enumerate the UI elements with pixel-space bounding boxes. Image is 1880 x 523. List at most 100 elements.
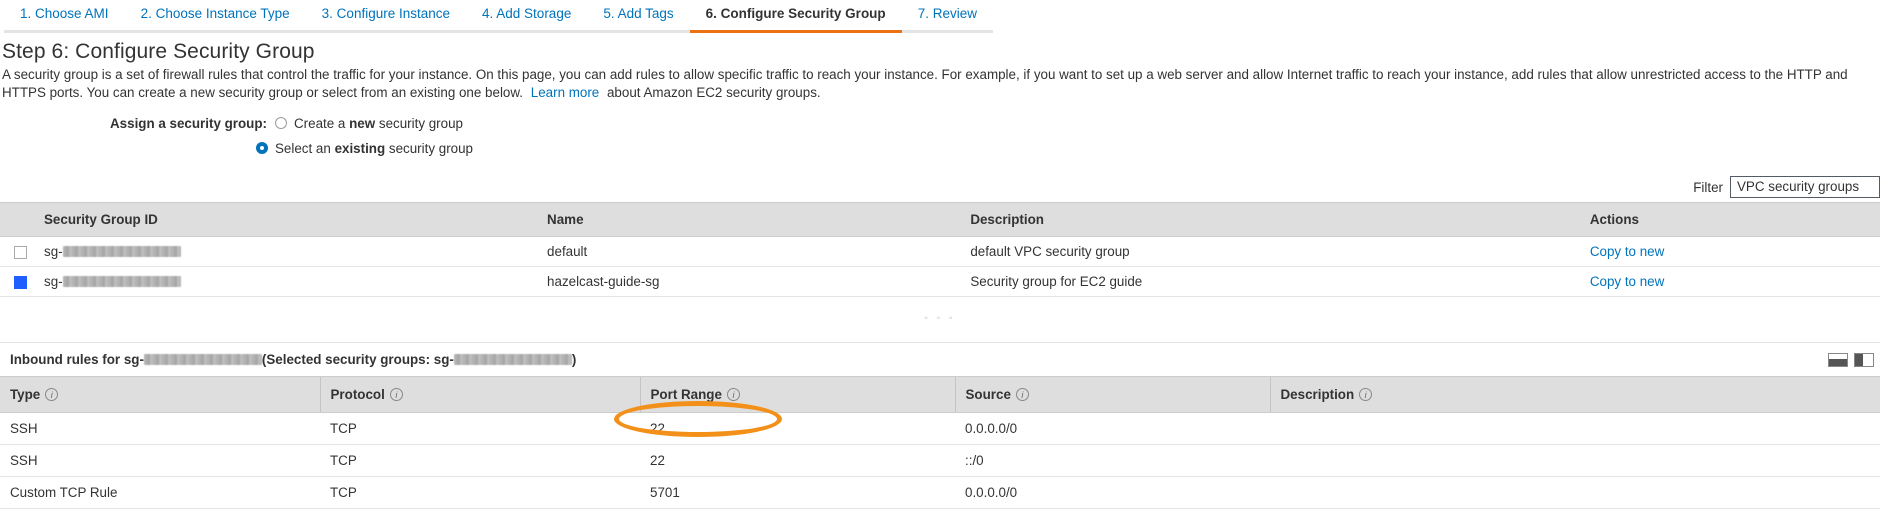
sg-id-redacted: [63, 246, 181, 257]
info-icon[interactable]: i: [727, 388, 740, 401]
inbound-rules-heading: Inbound rules for sg- (Selected security…: [10, 352, 576, 367]
column-type: Typei: [0, 377, 320, 413]
inbound-heading-prefix: Inbound rules for sg-: [10, 352, 144, 367]
tab-add-tags[interactable]: 5. Add Tags: [587, 7, 689, 33]
cell-description: default VPC security group: [962, 237, 1582, 267]
assign-security-group-block: Assign a security group: Create a new se…: [0, 113, 1880, 158]
radio-label-create-new: Create a new security group: [294, 116, 463, 131]
inbound-heading-suffix: ): [572, 352, 576, 367]
cell-rule-type: SSH: [0, 445, 320, 477]
security-groups-header-row: Security Group ID Name Description Actio…: [0, 203, 1880, 237]
table-row[interactable]: SSH TCP 22 ::/0: [0, 445, 1880, 477]
page-title: Step 6: Configure Security Group: [2, 40, 1880, 64]
info-icon[interactable]: i: [1016, 388, 1029, 401]
cell-name: hazelcast-guide-sg: [539, 267, 962, 297]
radio-select-existing-security-group[interactable]: [256, 142, 268, 154]
cell-security-group-id: sg-: [36, 267, 539, 297]
security-groups-table: Security Group ID Name Description Actio…: [0, 202, 1880, 297]
assign-row-select-existing: Select an existing security group: [110, 138, 1880, 158]
cell-description: Security group for EC2 guide: [962, 267, 1582, 297]
tab-choose-instance-type[interactable]: 2. Choose Instance Type: [125, 7, 306, 33]
page-description: A security group is a set of firewall ru…: [2, 66, 1880, 101]
cell-rule-protocol: TCP: [320, 445, 640, 477]
row-checkbox-cell: [0, 237, 36, 267]
column-protocol: Protocol i: [320, 377, 640, 413]
cell-rule-source: ::/0: [955, 445, 1270, 477]
assign-security-group-label: Assign a security group:: [110, 116, 267, 131]
tab-add-storage[interactable]: 4. Add Storage: [466, 7, 587, 33]
tab-bar-filler: [993, 30, 1880, 33]
inbound-rules-header-row: Typei Protocoli Port Rangei Sourcei Desc…: [0, 377, 1880, 413]
cell-name: default: [539, 237, 962, 267]
cell-rule-port-range: 5701: [640, 477, 955, 509]
tab-review[interactable]: 7. Review: [902, 7, 993, 33]
cell-rule-description: [1270, 477, 1880, 509]
description-text-part-1: A security group is a set of firewall ru…: [2, 67, 1848, 100]
cell-rule-source: 0.0.0.0/0: [955, 413, 1270, 445]
learn-more-link[interactable]: Learn more: [531, 85, 599, 100]
assign-row-create-new: Assign a security group: Create a new se…: [110, 113, 1880, 133]
cell-rule-description: [1270, 445, 1880, 477]
create-new-suffix: security group: [375, 116, 463, 131]
tab-configure-instance[interactable]: 3. Configure Instance: [306, 7, 466, 33]
split-view-horizontal-icon[interactable]: [1828, 353, 1848, 367]
view-toggle-group: [1828, 353, 1874, 367]
inbound-sg-id-redacted-2: [454, 354, 572, 365]
wizard-tab-bar: 1. Choose AMI 2. Choose Instance Type 3.…: [0, 0, 1880, 33]
filter-select[interactable]: VPC security groups: [1730, 176, 1880, 198]
column-type-label: Type: [10, 387, 40, 402]
description-text-part-2: about Amazon EC2 security groups.: [607, 85, 821, 100]
cell-rule-protocol: TCP: [320, 413, 640, 445]
tab-choose-ami[interactable]: 1. Choose AMI: [4, 7, 125, 33]
cell-actions: Copy to new: [1582, 237, 1880, 267]
inbound-heading-middle: (Selected security groups: sg-: [262, 352, 454, 367]
column-port-range-label: Port Range: [651, 387, 722, 402]
info-icon[interactable]: i: [1359, 388, 1372, 401]
column-security-group-id: Security Group ID: [36, 203, 539, 237]
create-new-prefix: Create a: [294, 116, 349, 131]
sg-id-redacted: [63, 276, 181, 287]
cell-rule-source: 0.0.0.0/0: [955, 477, 1270, 509]
filter-label: Filter: [1693, 180, 1723, 195]
column-source-label: Source: [966, 387, 1011, 402]
cell-rule-protocol: TCP: [320, 477, 640, 509]
table-row[interactable]: Custom TCP Rule TCP 5701 0.0.0.0/0: [0, 477, 1880, 509]
select-existing-prefix: Select an: [275, 141, 335, 156]
cell-rule-type: Custom TCP Rule: [0, 477, 320, 509]
select-all-header: [0, 203, 36, 237]
cell-security-group-id: sg-: [36, 237, 539, 267]
select-existing-suffix: security group: [385, 141, 473, 156]
ec2-configure-security-group-page: 1. Choose AMI 2. Choose Instance Type 3.…: [0, 0, 1880, 523]
column-rule-description-label: Description: [1281, 387, 1355, 402]
create-new-bold: new: [349, 116, 375, 131]
column-name: Name: [539, 203, 962, 237]
radio-create-new-security-group[interactable]: [275, 117, 287, 129]
sg-id-prefix: sg-: [44, 274, 63, 289]
table-row[interactable]: sg- default default VPC security group C…: [0, 237, 1880, 267]
info-icon[interactable]: i: [45, 388, 58, 401]
column-actions: Actions: [1582, 203, 1880, 237]
tab-configure-security-group[interactable]: 6. Configure Security Group: [690, 7, 902, 33]
copy-to-new-link[interactable]: Copy to new: [1590, 244, 1664, 259]
column-source: Sourcei: [955, 377, 1270, 413]
split-view-vertical-icon[interactable]: [1854, 353, 1874, 367]
cell-rule-port-range: 22: [640, 445, 955, 477]
column-port-range: Port Range i: [640, 377, 955, 413]
select-existing-bold: existing: [335, 141, 386, 156]
inbound-sg-id-redacted-1: [144, 354, 262, 365]
radio-label-select-existing: Select an existing security group: [275, 141, 473, 156]
cell-rule-description: [1270, 413, 1880, 445]
info-icon[interactable]: i: [390, 388, 403, 401]
checkbox-select-default-group[interactable]: [14, 246, 27, 259]
column-protocol-label: Protocol: [331, 387, 385, 402]
filter-row: Filter VPC security groups: [0, 176, 1880, 198]
column-description: Description: [962, 203, 1582, 237]
table-row[interactable]: SSH TCP 22 0.0.0.0/0: [0, 413, 1880, 445]
cell-actions: Copy to new: [1582, 267, 1880, 297]
inbound-rules-table: Typei Protocoli Port Rangei Sourcei Desc…: [0, 376, 1880, 509]
table-row[interactable]: sg- hazelcast-guide-sg Security group fo…: [0, 267, 1880, 297]
panel-resize-divider[interactable]: ◦ ◦ ◦: [0, 297, 1880, 343]
copy-to-new-link[interactable]: Copy to new: [1590, 274, 1664, 289]
checkbox-select-hazelcast-guide-sg[interactable]: [14, 276, 27, 289]
row-checkbox-cell: [0, 267, 36, 297]
